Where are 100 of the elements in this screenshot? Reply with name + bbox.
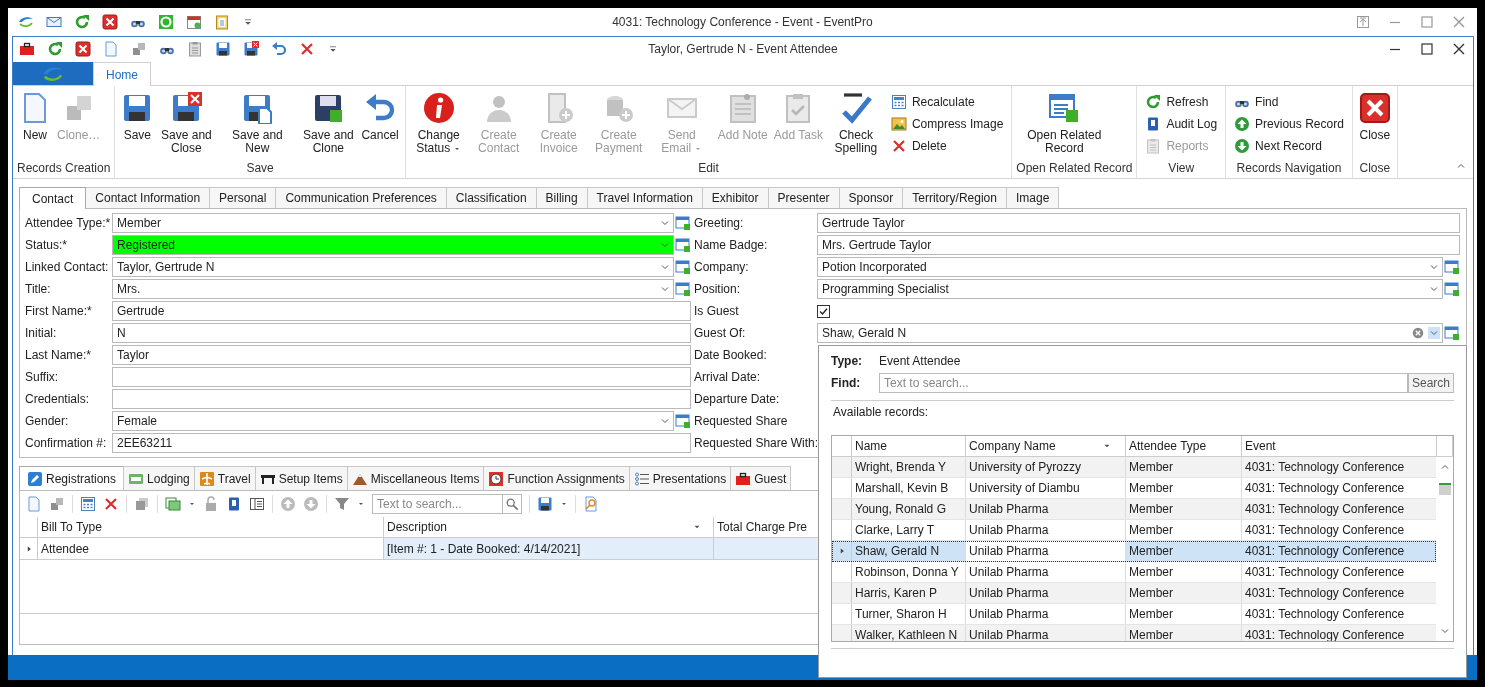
detail-tab[interactable]: Presentations [628, 466, 732, 490]
lookup-table-icon[interactable] [675, 237, 691, 253]
floppy-disk-x-icon[interactable] [243, 41, 259, 57]
lookup-table-icon[interactable] [675, 215, 691, 231]
text-field[interactable]: Gertrude [112, 301, 691, 321]
close-icon[interactable] [102, 14, 118, 30]
form-tab[interactable]: Presenter [767, 187, 840, 208]
ribbon-button[interactable]: Previous Record [1230, 114, 1348, 134]
ribbon-button[interactable]: Save [119, 92, 156, 142]
dropdown-field[interactable]: Member [112, 213, 674, 233]
up-arrow-circle-icon[interactable] [280, 496, 296, 512]
form-tab[interactable]: Travel Information [586, 187, 703, 208]
column-header[interactable]: Bill To Type [38, 517, 384, 537]
caret-icon[interactable] [188, 500, 196, 508]
filter-icon[interactable] [334, 496, 350, 512]
ribbon-button[interactable]: Check Spelling [826, 92, 885, 155]
ribbon-button[interactable]: Cancel [359, 92, 401, 142]
ribbon-button[interactable]: Audit Log [1141, 114, 1222, 134]
ribbon-button[interactable]: Find [1230, 92, 1348, 112]
form-tab[interactable]: Communication Preferences [275, 187, 447, 208]
ribbon-button[interactable]: New [17, 92, 53, 142]
detail-tab[interactable]: Guest [730, 466, 792, 490]
clipboard-list-icon[interactable] [214, 14, 230, 30]
scroll-thumb[interactable] [1438, 483, 1451, 495]
panel-list-icon[interactable] [249, 496, 265, 512]
maximize-icon[interactable] [1419, 41, 1435, 57]
form-tab[interactable]: Classification [445, 187, 537, 208]
logo-icon[interactable] [18, 14, 34, 30]
briefcase-icon[interactable] [19, 41, 35, 57]
ribbon-button[interactable]: Next Record [1230, 136, 1348, 156]
column-header[interactable]: Description [384, 517, 714, 537]
form-tab[interactable]: Sponsor [838, 187, 904, 208]
ribbon-button[interactable]: Save and New [217, 92, 298, 155]
text-field[interactable]: Taylor [112, 345, 691, 365]
ribbon-button[interactable]: Compress Image [886, 114, 1008, 134]
column-header[interactable]: Company Name [966, 436, 1126, 456]
zoom-document-icon[interactable] [583, 496, 599, 512]
table-row[interactable]: Wright, Brenda Y University of Pyrozzy Member 4031: Technology Conference [832, 457, 1436, 478]
form-tab[interactable]: Contact [19, 187, 87, 209]
form-tab[interactable]: Contact Information [85, 187, 211, 208]
book-icon[interactable] [226, 496, 242, 512]
x-mark-icon[interactable] [299, 41, 315, 57]
lookup-table-icon[interactable] [675, 259, 691, 275]
lookup-table-icon[interactable] [1444, 281, 1460, 297]
checkbox[interactable] [817, 304, 830, 318]
document-icon[interactable] [26, 496, 42, 512]
text-field[interactable] [112, 389, 691, 409]
text-field[interactable]: Gertrude Taylor [817, 213, 1460, 233]
lookup-table-icon[interactable] [1444, 325, 1460, 341]
spreadsheet-icon[interactable] [165, 496, 181, 512]
column-header[interactable]: Event [1242, 436, 1437, 456]
detail-tab[interactable]: Setup Items [254, 466, 348, 490]
dropdown-field[interactable]: Taylor, Gertrude N [112, 257, 674, 277]
search-button[interactable]: Search [1407, 373, 1454, 393]
detail-tab[interactable]: Function Assignments [483, 466, 630, 490]
search-field[interactable]: Text to search... [879, 373, 1408, 393]
ribbon-button[interactable]: Close [1356, 92, 1393, 142]
text-field[interactable] [112, 367, 691, 387]
column-header[interactable]: Attendee Type [1126, 436, 1242, 456]
table-row[interactable]: Shaw, Gerald N Unilab Pharma Member 4031: Technology Conference [832, 541, 1436, 562]
refresh-icon[interactable] [47, 41, 63, 57]
table-row[interactable]: Harris, Karen P Unilab Pharma Member 4031: Technology Conference [832, 583, 1436, 604]
documents-icon[interactable] [134, 496, 150, 512]
search-field[interactable]: Text to search... [372, 494, 502, 514]
x-mark-icon[interactable] [103, 496, 119, 512]
ribbon-button[interactable]: Open Related Record [1016, 92, 1113, 155]
form-tab[interactable]: Personal [209, 187, 277, 208]
text-field[interactable]: N [112, 323, 691, 343]
dropdown-field[interactable]: Mrs. [112, 279, 674, 299]
document-icon[interactable] [103, 41, 119, 57]
clear-icon[interactable] [1411, 326, 1425, 340]
email-icon[interactable] [46, 14, 62, 30]
dropdown-field[interactable]: Programming Specialist [817, 279, 1443, 299]
gear-icon[interactable] [158, 14, 174, 30]
undo-arrow-icon[interactable] [271, 41, 287, 57]
table-row[interactable]: Walker, Kathleen N Unilab Pharma Member 4031: Technology Conference [832, 625, 1436, 641]
close-icon[interactable] [1451, 41, 1467, 57]
text-field[interactable]: 2EE63211 [112, 433, 691, 453]
column-header[interactable]: Name [852, 436, 966, 456]
calculator-icon[interactable] [80, 496, 96, 512]
caret-icon[interactable] [560, 500, 568, 508]
chevron-down-icon[interactable] [1428, 327, 1440, 339]
ribbon-button[interactable]: Delete [886, 136, 1008, 156]
dropdown-field[interactable]: Female [112, 411, 674, 431]
form-tab[interactable]: Billing [535, 187, 588, 208]
lookup-table-icon[interactable] [1444, 259, 1460, 275]
pin-box-icon[interactable] [1355, 14, 1371, 30]
form-tab[interactable]: Image [1005, 187, 1060, 208]
search-button[interactable] [502, 494, 522, 514]
text-field[interactable]: Mrs. Gertrude Taylor [817, 235, 1460, 255]
dropdown-field[interactable]: Shaw, Gerald N [817, 323, 1443, 343]
table-row[interactable]: Young, Ronald G Unilab Pharma Member 4031: Technology Conference [832, 499, 1436, 520]
caret-icon[interactable] [357, 500, 365, 508]
close-icon[interactable] [75, 41, 91, 57]
detail-tab[interactable]: Registrations [19, 466, 125, 490]
ribbon-button[interactable]: Refresh [1141, 92, 1222, 112]
ribbon-tab[interactable]: Home [93, 62, 151, 86]
cubes-icon[interactable] [131, 41, 147, 57]
detail-tab[interactable]: Travel [193, 466, 256, 490]
lookup-table-icon[interactable] [675, 413, 691, 429]
